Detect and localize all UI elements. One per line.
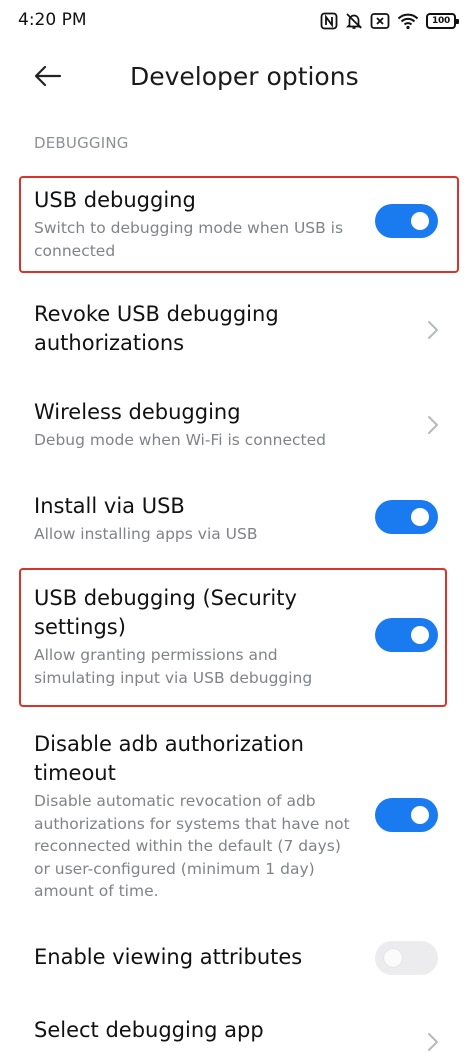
back-button[interactable] [28, 60, 68, 92]
section-label-debugging: DEBUGGING [34, 134, 129, 152]
row-text: Select debugging app [34, 1016, 364, 1045]
chevron-right-icon [428, 416, 438, 434]
row-text: Revoke USB debugging authorizations [34, 300, 364, 358]
status-bar: 4:20 PM 100 [0, 0, 474, 42]
setting-title: Revoke USB debugging authorizations [34, 302, 279, 355]
battery-level: 100 [432, 15, 450, 26]
setting-enable-viewing-attributes[interactable]: Enable viewing attributes [0, 928, 474, 988]
sim-x-icon [370, 13, 390, 29]
developer-options-screen: 4:20 PM 100 Developer options DEBUGGING … [0, 0, 474, 1053]
enable-viewing-attributes-toggle[interactable] [375, 941, 438, 975]
chevron-right-icon [428, 321, 438, 339]
setting-wireless-debugging[interactable]: Wireless debugging Debug mode when Wi-Fi… [0, 392, 474, 462]
chevron-right-icon [428, 1033, 438, 1051]
battery-icon: 100 [426, 13, 459, 29]
setting-title: USB debugging [34, 188, 196, 212]
setting-usb-debugging[interactable]: USB debugging Switch to debugging mode w… [0, 178, 474, 272]
wifi-icon [397, 13, 419, 30]
nfc-icon [320, 12, 338, 30]
status-icons: 100 [320, 10, 459, 32]
setting-disable-adb-timeout[interactable]: Disable adb authorization timeout Disabl… [0, 726, 474, 906]
row-text: Wireless debugging Debug mode when Wi-Fi… [34, 398, 364, 452]
setting-subtitle: Disable automatic revocation of adb auth… [34, 792, 350, 900]
setting-install-via-usb[interactable]: Install via USB Allow installing apps vi… [0, 484, 474, 554]
row-text: USB debugging (Security settings) Allow … [34, 584, 354, 689]
setting-subtitle: Allow granting permissions and simulatin… [34, 646, 313, 687]
setting-title: Install via USB [34, 494, 185, 518]
setting-usb-debugging-security[interactable]: USB debugging (Security settings) Allow … [0, 572, 474, 706]
setting-title: USB debugging (Security settings) [34, 586, 297, 639]
setting-subtitle: Allow installing apps via USB [34, 525, 258, 543]
disable-adb-timeout-toggle[interactable] [375, 798, 438, 832]
usb-debugging-security-toggle[interactable] [375, 618, 438, 652]
setting-title: Disable adb authorization timeout [34, 732, 304, 785]
row-text: Disable adb authorization timeout Disabl… [34, 730, 360, 903]
row-text: USB debugging Switch to debugging mode w… [34, 186, 364, 262]
setting-subtitle: Switch to debugging mode when USB is con… [34, 219, 344, 260]
app-header: Developer options [0, 48, 474, 108]
status-time: 4:20 PM [18, 10, 87, 30]
arrow-left-icon [34, 65, 62, 87]
setting-title: Enable viewing attributes [34, 945, 303, 969]
bell-muted-icon [345, 13, 363, 29]
usb-debugging-toggle[interactable] [375, 204, 438, 238]
setting-subtitle: Debug mode when Wi-Fi is connected [34, 431, 326, 449]
setting-title: Select debugging app [34, 1018, 264, 1042]
page-title: Developer options [130, 62, 359, 91]
setting-select-debugging-app[interactable]: Select debugging app [0, 1010, 474, 1053]
setting-title: Wireless debugging [34, 400, 241, 424]
install-via-usb-toggle[interactable] [375, 500, 438, 534]
setting-revoke-usb-authorizations[interactable]: Revoke USB debugging authorizations [0, 292, 474, 368]
row-text: Install via USB Allow installing apps vi… [34, 492, 364, 546]
row-text: Enable viewing attributes [34, 943, 364, 972]
